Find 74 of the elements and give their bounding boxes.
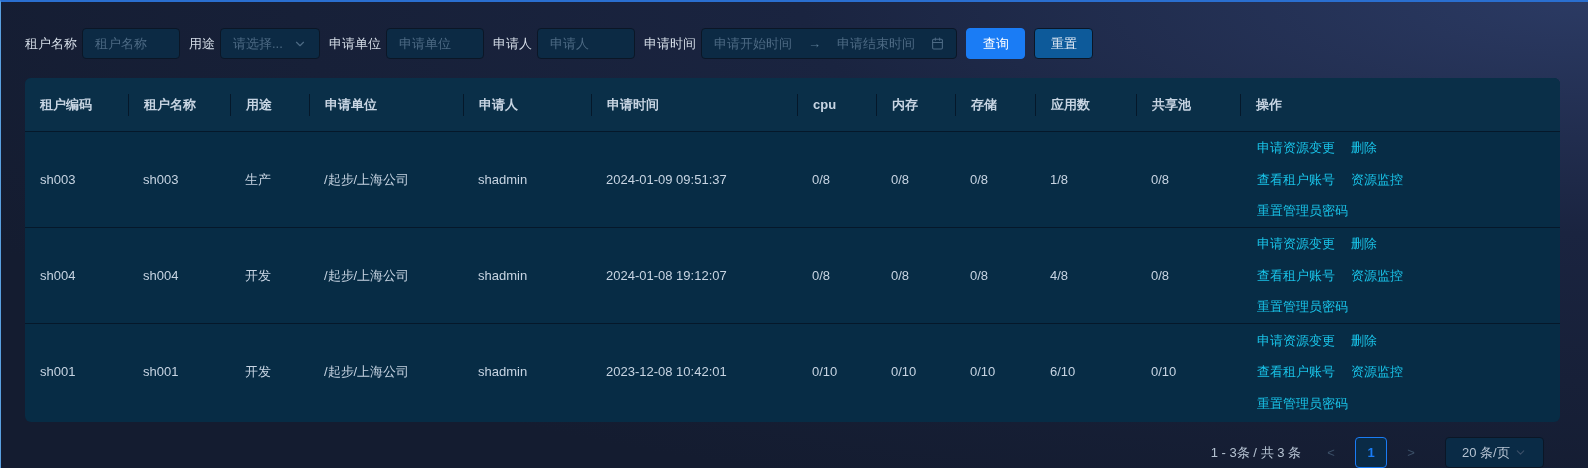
table-cell-text: 1/8 xyxy=(1049,170,1070,189)
action-link[interactable]: 资源监控 xyxy=(1351,169,1403,190)
table-cell-text: 2024-01-09 09:51:37 xyxy=(605,170,728,189)
table-cell-text: 6/10 xyxy=(1049,363,1077,382)
table-cell-text: 0/10 xyxy=(811,363,839,382)
action-link[interactable]: 删除 xyxy=(1351,234,1377,254)
page-size-select[interactable]: 20 条/页 xyxy=(1445,437,1544,468)
table-cell-text: 0/10 xyxy=(1150,363,1178,382)
column-header: 申请人 xyxy=(478,95,518,114)
pagination-summary: 1 - 3条 / 共 3 条 xyxy=(1210,443,1301,462)
table-cell-text: 0/8 xyxy=(969,170,990,189)
action-link[interactable]: 申请资源变更 xyxy=(1257,234,1335,254)
filter-label: 申请时间 xyxy=(644,34,696,53)
table-cell-text: shadmin xyxy=(477,363,529,382)
action-link[interactable]: 资源监控 xyxy=(1351,265,1403,286)
action-button[interactable]: 重置 xyxy=(1034,28,1093,59)
table-cell-text: sh004 xyxy=(39,266,77,285)
calendar-icon xyxy=(931,37,944,50)
table-cell-text: 0/8 xyxy=(890,266,911,285)
table-cell-text: 0/10 xyxy=(890,363,918,382)
text-field[interactable]: 租户名称 xyxy=(82,28,180,59)
column-header: 申请单位 xyxy=(324,95,377,114)
action-link[interactable]: 申请资源变更 xyxy=(1257,330,1335,351)
table-cell-text: 2023-12-08 10:42:01 xyxy=(605,363,728,382)
text-field[interactable]: 申请单位 xyxy=(386,28,484,59)
action-link[interactable]: 查看租户账号 xyxy=(1257,362,1335,382)
table-cell-text: shadmin xyxy=(477,266,529,285)
table-cell-text: shadmin xyxy=(477,170,529,189)
filter-label: 申请人 xyxy=(493,34,532,53)
table-cell-text: /起步/上海公司 xyxy=(323,170,411,189)
action-link[interactable]: 重置管理员密码 xyxy=(1257,297,1348,317)
action-link[interactable]: 查看租户账号 xyxy=(1257,265,1335,286)
table-cell-text: /起步/上海公司 xyxy=(323,266,411,285)
column-header: 内存 xyxy=(891,95,918,114)
filter-label: 用途 xyxy=(189,34,215,53)
action-link[interactable]: 删除 xyxy=(1351,138,1377,158)
table-cell-text: 2024-01-08 19:12:07 xyxy=(605,266,728,285)
table-cell-text: /起步/上海公司 xyxy=(323,363,411,382)
table-cell-text: sh001 xyxy=(39,363,77,382)
action-link[interactable]: 删除 xyxy=(1351,330,1377,351)
column-header: 应用数 xyxy=(1050,95,1090,114)
table-cell-text: 0/8 xyxy=(811,170,832,189)
table-cell-text: 0/8 xyxy=(811,266,832,285)
action-link[interactable]: 重置管理员密码 xyxy=(1257,393,1348,414)
action-link[interactable]: 重置管理员密码 xyxy=(1257,201,1348,221)
column-header: cpu xyxy=(812,95,837,114)
filter-label: 租户名称 xyxy=(25,34,77,53)
action-link[interactable]: 资源监控 xyxy=(1351,362,1403,382)
table-cell-text: 0/8 xyxy=(1150,170,1171,189)
column-header: 共享池 xyxy=(1151,95,1191,114)
action-link[interactable]: 申请资源变更 xyxy=(1257,138,1335,158)
column-header: 用途 xyxy=(245,95,272,114)
table-cell-text: sh001 xyxy=(142,363,180,382)
action-link[interactable]: 查看租户账号 xyxy=(1257,169,1335,190)
table-cell-text: 开发 xyxy=(244,266,272,285)
page-button[interactable]: 1 xyxy=(1355,437,1387,468)
table-cell-text: 0/8 xyxy=(969,266,990,285)
table-cell-text: 生产 xyxy=(244,170,272,189)
table-cell-text: 0/10 xyxy=(969,363,997,382)
table-cell-text: sh003 xyxy=(142,170,180,189)
table-cell-text: 0/8 xyxy=(1150,266,1171,285)
table-cell-text: sh004 xyxy=(142,266,180,285)
filter-label: 申请单位 xyxy=(329,34,381,53)
column-header: 租户编码 xyxy=(39,95,92,114)
action-button[interactable]: 查询 xyxy=(966,28,1025,59)
table-cell-text: 开发 xyxy=(244,363,272,382)
column-header: 操作 xyxy=(1255,95,1282,114)
table-cell-text: 4/8 xyxy=(1049,266,1070,285)
text-field[interactable]: 申请人 xyxy=(537,28,635,59)
column-header: 存储 xyxy=(970,95,997,114)
column-header: 申请时间 xyxy=(606,95,659,114)
table-cell-text: 0/8 xyxy=(890,170,911,189)
table-cell-text: sh003 xyxy=(39,170,77,189)
column-header: 租户名称 xyxy=(143,95,196,114)
